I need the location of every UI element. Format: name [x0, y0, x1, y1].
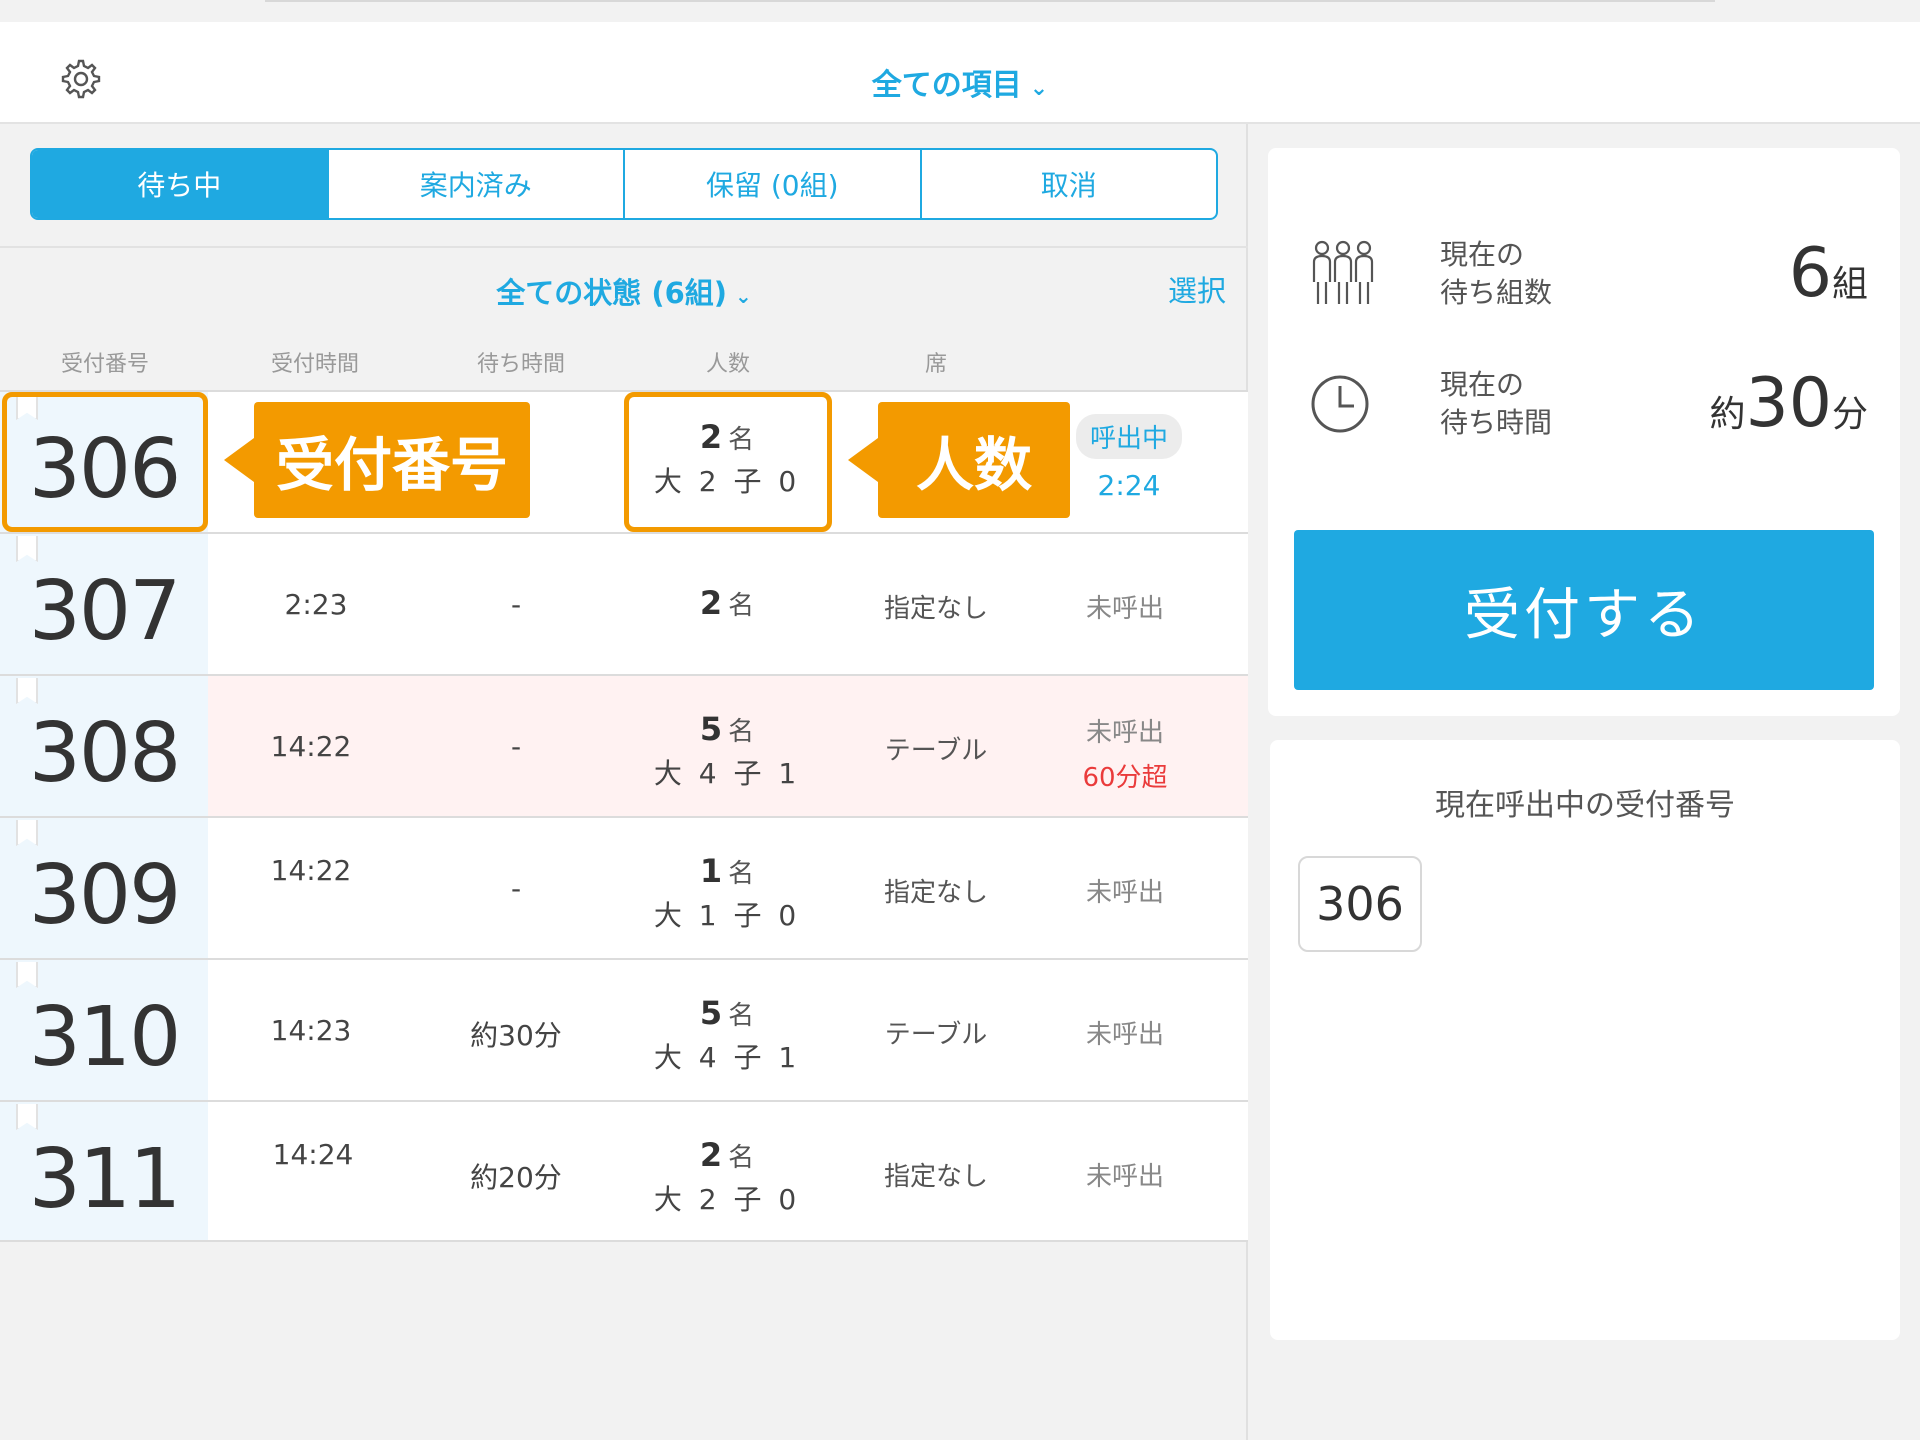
people-total: 5 [699, 994, 723, 1032]
reception-time: 14:22 [270, 854, 352, 887]
reception-number: 311 [28, 1132, 182, 1227]
chevron-down-icon: ⌄ [735, 284, 752, 308]
people-unit: 名 [728, 859, 755, 889]
wait-time: - [510, 588, 522, 621]
reception-time: 14:22 [270, 730, 352, 763]
calling-number-chip[interactable]: 306 [1298, 856, 1422, 952]
seat-type: 指定なし [883, 878, 988, 908]
page-title-label: 全ての項目 [871, 68, 1022, 103]
top-divider [265, 0, 1715, 2]
wait-time: - [510, 730, 522, 763]
people-unit: 名 [728, 717, 755, 747]
column-header-seat: 席 [924, 352, 947, 377]
people-total: 5 [699, 710, 723, 748]
header-bar: 全ての項目 ⌄ [0, 22, 1920, 124]
people-callout: 人数 [848, 402, 1070, 518]
divider [0, 246, 1248, 248]
call-status: 未呼出 [1085, 1020, 1164, 1050]
waiting-time-unit: 分 [1831, 394, 1868, 435]
call-status: 未呼出 60分超 [1050, 712, 1200, 794]
people-count: 2名 [627, 584, 827, 622]
chevron-down-icon: ⌄ [1029, 76, 1049, 101]
people-total: 2 [699, 584, 723, 622]
people-count: 2名 大 2 子 0 [627, 1136, 827, 1218]
tab-waiting[interactable]: 待ち中 [32, 150, 329, 218]
status-tabs: 待ち中 案内済み 保留 (0組) 取消 [30, 148, 1218, 220]
wait-time: - [510, 872, 522, 905]
people-breakdown: 大 4 子 1 [653, 1041, 801, 1074]
column-header-time: 受付時間 [270, 352, 359, 377]
people-breakdown: 大 1 子 0 [653, 899, 801, 932]
waiting-groups-stat: 現在の 待ち組数 6組 [1308, 228, 1868, 318]
seat-type: テーブル [884, 736, 988, 766]
table-row[interactable]: 309 14:22 - 1名 大 1 子 0 指定なし 未呼出 [0, 816, 1248, 958]
people-breakdown: 大 4 子 1 [653, 757, 801, 790]
reception-time: 2:23 [284, 588, 348, 621]
waiting-groups-label: 現在の 待ち組数 [1440, 238, 1553, 309]
reception-number: 308 [28, 706, 182, 801]
calling-badge: 呼出中 [1075, 414, 1182, 459]
tab-on-hold[interactable]: 保留 (0組) [625, 150, 922, 218]
waiting-time-label: 現在の 待ち時間 [1440, 368, 1553, 439]
number-highlight [2, 392, 208, 532]
table-row[interactable]: 310 14:23 約30分 5名 大 4 子 1 テーブル 未呼出 [0, 958, 1248, 1100]
wait-time: 約30分 [470, 1019, 562, 1052]
seat-type: 指定なし [883, 594, 988, 624]
people-total: 2 [699, 1136, 723, 1174]
reception-number: 309 [28, 848, 182, 943]
call-status: 未呼出 [1085, 594, 1164, 624]
tab-guided[interactable]: 案内済み [329, 150, 625, 218]
call-status: 未呼出 [1085, 878, 1164, 908]
people-count: 5名 大 4 子 1 [627, 994, 827, 1076]
waiting-time-minutes: 30 [1745, 364, 1832, 443]
seat-type: 指定なし [883, 1162, 988, 1192]
call-status: 未呼出 [1085, 1162, 1164, 1192]
select-button[interactable]: 選択 [1168, 268, 1226, 310]
waiting-groups-unit: 組 [1831, 264, 1868, 305]
table-row[interactable]: 307 2:23 - 2名 指定なし 未呼出 [0, 532, 1248, 674]
wait-time: 約20分 [470, 1161, 562, 1194]
reception-time: 14:23 [270, 1014, 352, 1047]
tab-cancelled[interactable]: 取消 [922, 150, 1217, 218]
waiting-groups-value: 6組 [1789, 234, 1868, 313]
page-title[interactable]: 全ての項目 ⌄ [0, 60, 1920, 104]
reception-number: 310 [28, 990, 182, 1085]
people-breakdown: 大 2 子 0 [653, 1183, 801, 1216]
waiting-time-stat: 現在の 待ち時間 約30分 [1308, 358, 1868, 448]
reception-time: 14:24 [272, 1138, 354, 1171]
accept-button[interactable]: 受付する [1294, 530, 1874, 690]
call-status: 呼出中 2:24 [1054, 414, 1204, 502]
table-row[interactable]: 308 14:22 - 5名 大 4 子 1 テーブル 未呼出 60分超 [0, 674, 1248, 816]
people-count: 1名 大 1 子 0 [627, 852, 827, 934]
table-row[interactable]: 311 14:24 約20分 2名 大 2 子 0 指定なし 未呼出 [0, 1100, 1248, 1242]
overdue-badge: 60分超 [1082, 763, 1168, 793]
people-unit: 名 [728, 1001, 755, 1031]
people-unit: 名 [728, 591, 755, 621]
reception-number: 307 [28, 564, 182, 659]
call-elapsed-time: 2:24 [1097, 469, 1161, 502]
people-total: 1 [699, 852, 723, 890]
waiting-time-prefix: 約 [1709, 394, 1746, 435]
column-header-people: 人数 [705, 352, 750, 377]
column-header-number: 受付番号 [60, 352, 149, 377]
summary-card: 現在の 待ち組数 6組 現在の 待ち時間 約30分 受付する [1268, 148, 1900, 716]
call-status-label: 未呼出 [1085, 718, 1164, 748]
status-filter-label: 全ての状態 (6組) [496, 276, 728, 310]
queue-panel: 待ち中 案内済み 保留 (0組) 取消 全ての状態 (6組) ⌄ 選択 受付番号 … [0, 124, 1248, 1440]
people-unit: 名 [728, 1143, 755, 1173]
waiting-time-value: 約30分 [1709, 364, 1868, 443]
people-count: 5名 大 4 子 1 [627, 710, 827, 792]
status-filter[interactable]: 全ての状態 (6組) ⌄ [0, 270, 1248, 312]
calling-title: 現在呼出中の受付番号 [1435, 788, 1735, 823]
waiting-groups-count: 6 [1788, 234, 1832, 313]
people-group-icon [1312, 240, 1374, 304]
clock-icon [1311, 375, 1369, 433]
people-highlight [624, 392, 832, 532]
app-frame: 全ての項目 ⌄ 待ち中 案内済み 保留 (0組) 取消 全ての状態 (6組) ⌄ 選… [0, 0, 1920, 1440]
seat-type: テーブル [884, 1020, 988, 1050]
calling-card: 現在呼出中の受付番号 306 [1270, 740, 1900, 1340]
column-header-wait: 待ち時間 [476, 352, 565, 377]
number-callout: 受付番号 [224, 402, 530, 518]
